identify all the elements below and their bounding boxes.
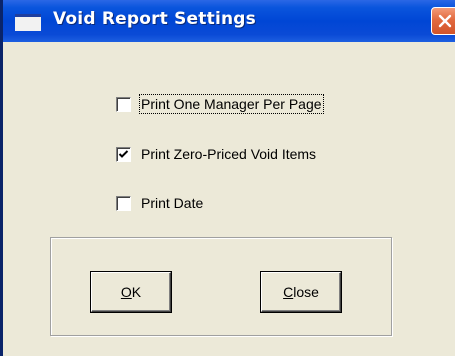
option-label: Print Zero-Priced Void Items bbox=[141, 146, 317, 162]
close-button[interactable]: Close bbox=[261, 272, 341, 312]
option-label: Print Date bbox=[141, 195, 204, 211]
close-mnemonic: C bbox=[283, 284, 294, 300]
checkmark-icon bbox=[118, 149, 129, 158]
option-label: Print One Manager Per Page bbox=[139, 94, 324, 114]
close-label-rest: lose bbox=[293, 284, 319, 300]
close-icon bbox=[438, 14, 452, 28]
ok-button[interactable]: OK bbox=[91, 272, 171, 312]
checkbox-print-date[interactable] bbox=[116, 195, 131, 211]
window-icon bbox=[15, 14, 41, 31]
dialog-window: Void Report Settings Print One Manager P… bbox=[0, 0, 455, 356]
option-one-manager-per-page[interactable]: Print One Manager Per Page bbox=[116, 94, 324, 114]
checkbox-zero-priced-void-items[interactable] bbox=[116, 146, 131, 162]
ok-mnemonic: O bbox=[120, 284, 132, 300]
option-print-date[interactable]: Print Date bbox=[116, 193, 203, 213]
close-window-button[interactable] bbox=[431, 7, 455, 35]
ok-label-rest: K bbox=[131, 284, 142, 300]
button-group-panel: OK Close bbox=[50, 237, 392, 336]
window-title: Void Report Settings bbox=[53, 9, 256, 29]
title-bar[interactable]: Void Report Settings bbox=[3, 0, 455, 42]
checkbox-one-manager-per-page[interactable] bbox=[116, 96, 131, 112]
option-zero-priced-void-items[interactable]: Print Zero-Priced Void Items bbox=[116, 144, 316, 164]
